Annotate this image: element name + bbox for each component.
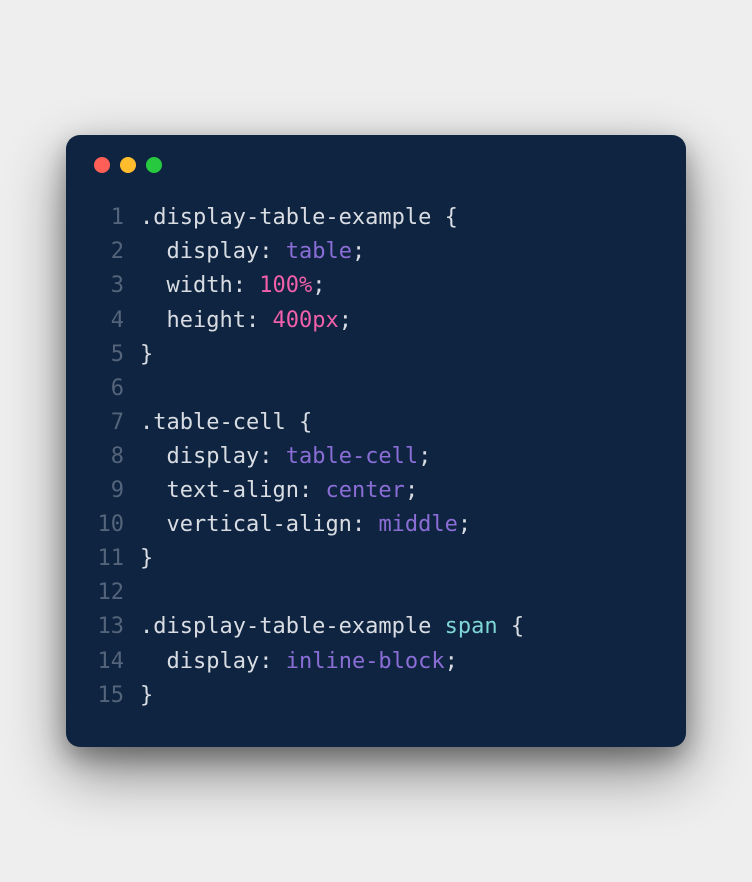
line-content: vertical-align: middle; bbox=[140, 508, 471, 542]
line-number: 8 bbox=[92, 440, 140, 474]
token-semi: ; bbox=[458, 512, 471, 537]
token-plain bbox=[140, 649, 167, 674]
token-semi: ; bbox=[445, 649, 458, 674]
line-number: 4 bbox=[92, 304, 140, 338]
token-value-keyword: inline-block bbox=[286, 649, 445, 674]
code-line: 3 width: 100%; bbox=[92, 269, 660, 303]
code-window: 1.display-table-example {2 display: tabl… bbox=[66, 135, 686, 746]
line-number: 9 bbox=[92, 474, 140, 508]
line-number: 11 bbox=[92, 542, 140, 576]
code-line: 2 display: table; bbox=[92, 235, 660, 269]
token-value-keyword: middle bbox=[378, 512, 457, 537]
token-number: 100% bbox=[259, 273, 312, 298]
token-selector: .display-table-example bbox=[140, 205, 445, 230]
token-prop: text-align bbox=[167, 478, 299, 503]
token-selector: .display-table-example bbox=[140, 614, 445, 639]
token-plain bbox=[140, 308, 167, 333]
token-number: 400px bbox=[272, 308, 338, 333]
token-colon: : bbox=[259, 239, 286, 264]
code-line: 4 height: 400px; bbox=[92, 304, 660, 338]
token-semi: ; bbox=[339, 308, 352, 333]
line-number: 1 bbox=[92, 201, 140, 235]
close-icon[interactable] bbox=[94, 157, 110, 173]
maximize-icon[interactable] bbox=[146, 157, 162, 173]
code-block: 1.display-table-example {2 display: tabl… bbox=[92, 201, 660, 712]
token-brace: { bbox=[445, 205, 458, 230]
token-prop: width bbox=[167, 273, 233, 298]
token-colon: : bbox=[233, 273, 260, 298]
token-plain bbox=[140, 512, 167, 537]
line-number: 7 bbox=[92, 406, 140, 440]
window-controls bbox=[94, 157, 660, 173]
token-prop: height bbox=[167, 308, 246, 333]
token-colon: : bbox=[259, 649, 286, 674]
token-semi: ; bbox=[405, 478, 418, 503]
line-content: display: table-cell; bbox=[140, 440, 431, 474]
token-colon: : bbox=[259, 444, 286, 469]
token-brace: } bbox=[140, 546, 153, 571]
token-selector: .table-cell bbox=[140, 410, 299, 435]
line-content: width: 100%; bbox=[140, 269, 325, 303]
token-prop: display bbox=[167, 444, 260, 469]
line-number: 10 bbox=[92, 508, 140, 542]
line-number: 2 bbox=[92, 235, 140, 269]
line-number: 12 bbox=[92, 576, 140, 610]
code-line: 5} bbox=[92, 338, 660, 372]
line-number: 13 bbox=[92, 610, 140, 644]
line-content: text-align: center; bbox=[140, 474, 418, 508]
line-number: 6 bbox=[92, 372, 140, 406]
code-line: 14 display: inline-block; bbox=[92, 645, 660, 679]
line-content: .display-table-example { bbox=[140, 201, 458, 235]
token-prop: vertical-align bbox=[167, 512, 352, 537]
line-content: .table-cell { bbox=[140, 406, 312, 440]
token-value-keyword: table bbox=[286, 239, 352, 264]
code-line: 15} bbox=[92, 679, 660, 713]
token-plain bbox=[140, 273, 167, 298]
code-line: 1.display-table-example { bbox=[92, 201, 660, 235]
line-content: display: inline-block; bbox=[140, 645, 458, 679]
line-content: display: table; bbox=[140, 235, 365, 269]
line-content: } bbox=[140, 542, 153, 576]
token-brace: } bbox=[140, 342, 153, 367]
line-content: } bbox=[140, 679, 153, 713]
code-line: 9 text-align: center; bbox=[92, 474, 660, 508]
token-prop: display bbox=[167, 239, 260, 264]
token-semi: ; bbox=[352, 239, 365, 264]
token-brace: } bbox=[140, 683, 153, 708]
token-plain bbox=[140, 239, 167, 264]
token-colon: : bbox=[299, 478, 326, 503]
line-content: .display-table-example span { bbox=[140, 610, 524, 644]
code-line: 13.display-table-example span { bbox=[92, 610, 660, 644]
code-line: 10 vertical-align: middle; bbox=[92, 508, 660, 542]
line-number: 3 bbox=[92, 269, 140, 303]
token-brace: { bbox=[299, 410, 312, 435]
code-line: 8 display: table-cell; bbox=[92, 440, 660, 474]
code-line: 7.table-cell { bbox=[92, 406, 660, 440]
token-value-keyword: table-cell bbox=[286, 444, 418, 469]
line-content: height: 400px; bbox=[140, 304, 352, 338]
code-line: 12 bbox=[92, 576, 660, 610]
token-value-keyword: center bbox=[325, 478, 404, 503]
token-tag: span bbox=[445, 614, 498, 639]
line-content: } bbox=[140, 338, 153, 372]
token-plain bbox=[140, 444, 167, 469]
token-colon: : bbox=[352, 512, 379, 537]
line-number: 14 bbox=[92, 645, 140, 679]
code-line: 6 bbox=[92, 372, 660, 406]
token-semi: ; bbox=[418, 444, 431, 469]
line-number: 15 bbox=[92, 679, 140, 713]
minimize-icon[interactable] bbox=[120, 157, 136, 173]
token-brace: { bbox=[498, 614, 525, 639]
code-line: 11} bbox=[92, 542, 660, 576]
token-semi: ; bbox=[312, 273, 325, 298]
line-number: 5 bbox=[92, 338, 140, 372]
token-prop: display bbox=[167, 649, 260, 674]
token-plain bbox=[140, 478, 167, 503]
token-colon: : bbox=[246, 308, 273, 333]
